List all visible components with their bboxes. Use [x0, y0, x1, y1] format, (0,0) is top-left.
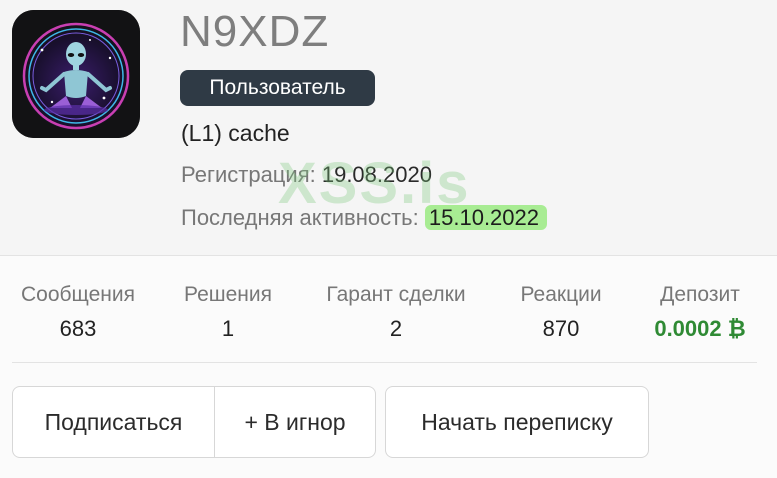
avatar[interactable] [12, 10, 140, 138]
registration-label: Регистрация: [181, 162, 316, 187]
ignore-button[interactable]: + В игнор [215, 387, 375, 457]
role-badge: Пользователь [180, 70, 375, 106]
stats-divider [12, 362, 757, 363]
stat-label: Депозит [660, 283, 740, 306]
last-activity-label: Последняя активность: [181, 205, 419, 230]
stat-value: 0.0002 ₿ [654, 316, 746, 341]
stat-label: Решения [184, 283, 272, 306]
stat-value: 2 [389, 316, 403, 341]
stat-value: 870 [542, 316, 580, 341]
stat-value: 1 [221, 316, 235, 341]
alien-avatar-icon [12, 10, 140, 138]
last-activity-date: 15.10.2022 [424, 205, 547, 230]
user-title: (L1) cache [181, 120, 290, 146]
stat-guarantee-deals[interactable]: Гарант сделки 2 [310, 282, 482, 344]
follow-ignore-group: Подписаться + В игнор [12, 386, 376, 458]
registration-date: 19.08.2020 [321, 162, 432, 187]
username: N9XDZ [180, 7, 330, 56]
start-conversation-button[interactable]: Начать переписку [385, 386, 649, 458]
stat-value: 683 [59, 316, 97, 341]
stat-label: Сообщения [21, 283, 135, 306]
stat-messages[interactable]: Сообщения 683 [10, 282, 146, 344]
registration-info: Регистрация: 19.08.2020 [181, 160, 432, 190]
header-divider [0, 255, 777, 256]
stat-deposit[interactable]: Депозит 0.0002 ₿ [638, 282, 762, 344]
stat-label: Реакции [520, 283, 602, 306]
last-activity-info: Последняя активность: 15.10.2022 [181, 203, 547, 233]
stat-solutions[interactable]: Решения 1 [172, 282, 284, 344]
subscribe-button[interactable]: Подписаться [13, 387, 215, 457]
stat-reactions[interactable]: Реакции 870 [508, 282, 614, 344]
stat-label: Гарант сделки [326, 283, 466, 306]
